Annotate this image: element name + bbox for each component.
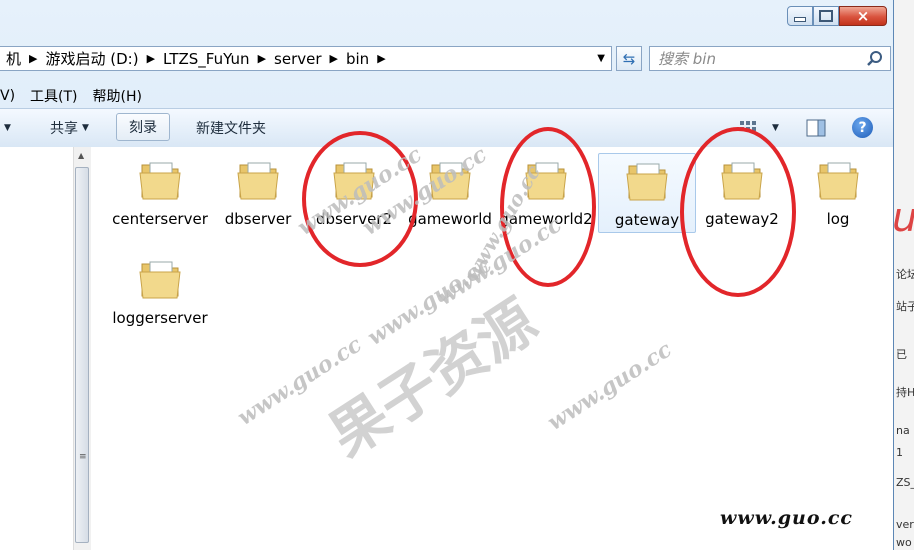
nav-scrollbar[interactable]: ▲ ≡ bbox=[73, 147, 91, 550]
breadcrumb-drive[interactable]: 游戏启动 (D:) bbox=[40, 48, 143, 69]
preview-pane-button[interactable] bbox=[806, 109, 826, 147]
highlight-circle-gateway2 bbox=[680, 127, 796, 297]
maximize-icon bbox=[819, 10, 833, 22]
background-text: 论坛 bbox=[896, 268, 914, 281]
background-text: 站子 bbox=[896, 300, 914, 313]
background-text: 已 bbox=[896, 348, 907, 361]
organize-dropdown-icon[interactable]: ▼ bbox=[4, 109, 11, 147]
menu-item-tools[interactable]: 工具(T) bbox=[30, 86, 77, 106]
search-input[interactable]: 搜索 bin bbox=[649, 46, 891, 71]
watermark-text: www.guo.cc bbox=[542, 336, 677, 436]
background-text: ver bbox=[896, 518, 914, 531]
menu-item-view[interactable]: V) bbox=[0, 88, 15, 104]
preview-pane-icon bbox=[806, 119, 826, 137]
menu-bar: V) 工具(T) 帮助(H) bbox=[0, 84, 157, 108]
background-text: na bbox=[896, 424, 910, 437]
search-placeholder: 搜索 bin bbox=[658, 50, 716, 68]
address-bar[interactable]: 机 ▶ 游戏启动 (D:) ▶ LTZS_FuYun ▶ server ▶ bi… bbox=[0, 46, 612, 71]
address-row: 机 ▶ 游戏启动 (D:) ▶ LTZS_FuYun ▶ server ▶ bi… bbox=[0, 46, 893, 73]
burn-label: 刻录 bbox=[129, 120, 157, 136]
folder-icon bbox=[237, 162, 279, 200]
explorer-window: × 机 ▶ 游戏启动 (D:) ▶ LTZS_FuYun ▶ server ▶ … bbox=[0, 0, 894, 550]
folder-name: centerserver bbox=[112, 210, 208, 228]
folder-item[interactable]: dbserver bbox=[210, 155, 306, 229]
breadcrumb-separator-icon[interactable]: ▶ bbox=[327, 52, 341, 65]
folder-item[interactable]: loggerserver bbox=[112, 254, 208, 328]
breadcrumb-ltzs[interactable]: LTZS_FuYun bbox=[158, 50, 255, 68]
grip-icon: ≡ bbox=[79, 452, 87, 462]
maximize-button[interactable] bbox=[813, 6, 839, 26]
background-text: ZS_ bbox=[896, 476, 914, 489]
folder-item[interactable]: centerserver bbox=[112, 155, 208, 229]
folder-icon bbox=[139, 261, 181, 299]
content-area: ▲ ≡ centerserver dbserver dbserver2 game… bbox=[0, 127, 893, 550]
help-icon[interactable]: ? bbox=[852, 117, 873, 138]
breadcrumb-separator-icon[interactable]: ▶ bbox=[255, 52, 269, 65]
minimize-button[interactable] bbox=[787, 6, 813, 26]
folder-item[interactable]: log bbox=[790, 155, 886, 229]
chevron-down-icon: ▼ bbox=[772, 123, 779, 133]
folder-name: dbserver bbox=[224, 210, 292, 228]
background-text: 1 bbox=[896, 446, 903, 459]
new-folder-button[interactable]: 新建文件夹 bbox=[196, 109, 266, 147]
folder-icon bbox=[817, 162, 859, 200]
breadcrumb-separator-icon[interactable]: ▶ bbox=[144, 52, 158, 65]
background-text: u bbox=[892, 195, 914, 241]
breadcrumb-bin[interactable]: bin bbox=[341, 50, 374, 68]
watermark-corner: www.guo.cc bbox=[720, 507, 853, 529]
address-dropdown-icon[interactable]: ▼ bbox=[597, 53, 605, 64]
folder-icon bbox=[626, 163, 668, 201]
search-icon[interactable] bbox=[866, 50, 884, 68]
refresh-button[interactable]: ⇆ bbox=[616, 46, 642, 71]
breadcrumb-computer[interactable]: 机 bbox=[1, 48, 26, 69]
breadcrumb-separator-icon[interactable]: ▶ bbox=[374, 52, 388, 65]
navigation-pane bbox=[0, 147, 74, 550]
folder-name: log bbox=[826, 210, 850, 228]
refresh-icon: ⇆ bbox=[622, 49, 636, 68]
new-folder-label: 新建文件夹 bbox=[196, 121, 266, 137]
scroll-up-icon[interactable]: ▲ bbox=[78, 151, 84, 160]
caption-buttons: × bbox=[787, 6, 887, 26]
folder-icon bbox=[139, 162, 181, 200]
close-icon: × bbox=[856, 7, 870, 25]
background-text: wo bbox=[896, 536, 912, 549]
background-text: 持H bbox=[896, 386, 914, 399]
breadcrumb-separator-icon[interactable]: ▶ bbox=[26, 52, 40, 65]
share-label: 共享 bbox=[50, 121, 78, 137]
menu-item-help[interactable]: 帮助(H) bbox=[93, 86, 142, 106]
share-button[interactable]: 共享 ▼ bbox=[50, 109, 89, 147]
scroll-thumb[interactable]: ≡ bbox=[75, 167, 89, 543]
burn-button[interactable]: 刻录 bbox=[116, 113, 170, 141]
chevron-down-icon: ▼ bbox=[82, 123, 89, 133]
close-button[interactable]: × bbox=[839, 6, 887, 26]
folder-name: loggerserver bbox=[112, 309, 208, 327]
breadcrumb-server[interactable]: server bbox=[269, 50, 326, 68]
background-window-strip: u 论坛 站子 已 持H na 1 ZS_ ver wo bbox=[892, 0, 914, 550]
minimize-icon bbox=[794, 16, 806, 22]
